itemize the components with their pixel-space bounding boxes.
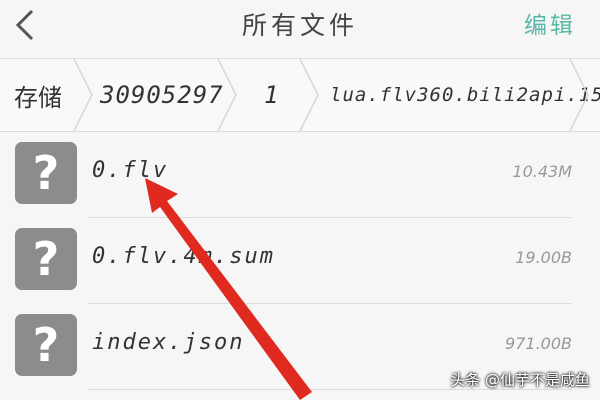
unknown-file-icon: ? (15, 142, 77, 204)
chevron-right-icon (299, 59, 319, 131)
watermark: 头条 @仙芋不是咸鱼 (450, 371, 590, 389)
chevron-right-icon (217, 59, 237, 131)
file-name: 0.flv (92, 158, 169, 183)
file-name: 0.flv.4m.sum (92, 244, 275, 269)
page-title: 所有文件 (241, 11, 358, 40)
file-list: ? 0.flv 10.43M ? 0.flv.4m.sum 19.00B ? i… (0, 132, 600, 400)
breadcrumb-item-folder-2[interactable]: 1 (264, 59, 279, 131)
file-row[interactable]: ? 0.flv.4m.sum 19.00B (0, 218, 600, 304)
breadcrumb-item-storage[interactable]: 存储 (14, 59, 62, 131)
breadcrumb-item-current[interactable]: lua.flv360.bili2api.15 (330, 59, 600, 131)
file-row[interactable]: ? 0.flv 10.43M (0, 132, 600, 218)
unknown-file-icon: ? (15, 314, 77, 376)
file-size: 19.00B (515, 248, 572, 267)
unknown-file-icon: ? (15, 228, 77, 290)
breadcrumb: 存储 30905297 1 lua.flv360.bili2api.15 (0, 59, 600, 132)
file-size: 971.00B (505, 334, 572, 353)
top-bar: 所有文件 编辑 (0, 0, 600, 59)
breadcrumb-item-folder-1[interactable]: 30905297 (100, 59, 224, 131)
chevron-right-icon (569, 59, 589, 131)
edit-button[interactable]: 编辑 (524, 6, 576, 40)
file-name: index.json (92, 330, 245, 355)
file-size: 10.43M (512, 162, 572, 181)
chevron-right-icon (73, 59, 93, 131)
